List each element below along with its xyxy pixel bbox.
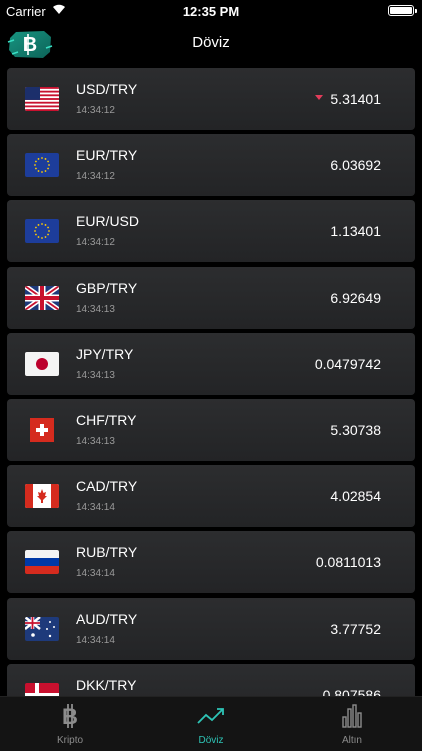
eu-flag-icon: [25, 219, 59, 244]
currency-pair: USD/TRY: [76, 81, 138, 97]
update-time: 14:34:14: [76, 568, 115, 580]
currency-pair: RUB/TRY: [76, 544, 138, 561]
currency-pair: CHF/TRY: [76, 412, 137, 428]
rate-row[interactable]: JPY/TRY 14:34:13 0.0479742: [7, 332, 415, 395]
exchange-rate: 0.0479742: [314, 355, 381, 372]
rate-row[interactable]: RUB/TRY 14:34:14 0.0811013: [7, 531, 415, 594]
exchange-rate: 0.0811013: [315, 554, 381, 571]
status-bar: Carrier 12:35 PM: [0, 0, 422, 22]
uk-flag-icon: [25, 285, 59, 310]
exchange-rate: 6.03692: [330, 157, 381, 174]
trend-line-icon: [197, 708, 224, 724]
battery-icon: [388, 5, 417, 16]
rate-row[interactable]: DKK/TRY 0.807586: [7, 663, 415, 696]
jp-flag-icon: [25, 351, 59, 376]
rates-list[interactable]: USD/TRY 14:34:12 5.31401 EUR/TRY 14:34:12 6.0…: [0, 64, 422, 696]
update-time: 14:34:12: [76, 105, 115, 116]
rate-row[interactable]: CHF/TRY 14:34:13 5.30738: [7, 399, 415, 461]
update-time: 14:34:12: [76, 237, 115, 249]
bar-chart-icon: [342, 704, 362, 728]
tab-label-doviz: Döviz: [198, 735, 224, 746]
currency-pair: JPY/TRY: [76, 345, 134, 362]
eu-flag-icon: [25, 153, 59, 178]
update-time: 14:34:13: [76, 303, 115, 315]
tab-label-kripto: Kripto: [56, 735, 84, 746]
ru-flag-icon: [25, 550, 59, 575]
exchange-rate: 5.31401: [330, 91, 381, 107]
update-time: 14:34:13: [76, 436, 115, 447]
trend-down-icon: [315, 95, 323, 100]
update-time: 14:34:12: [76, 171, 115, 183]
tab-kripto[interactable]: B Kripto: [0, 697, 140, 751]
currency-pair: DKK/TRY: [76, 676, 137, 693]
page-title: Döviz: [192, 34, 230, 51]
nav-bar: B Döviz: [0, 22, 422, 64]
ch-flag-icon: [25, 418, 59, 442]
tab-altin[interactable]: Altın: [282, 697, 422, 751]
svg-text:B: B: [62, 704, 78, 729]
status-time: 12:35 PM: [182, 4, 240, 19]
currency-pair: GBP/TRY: [76, 279, 138, 296]
update-time: 14:34:14: [76, 502, 115, 514]
rate-row[interactable]: CAD/TRY 14:34:14 4.02854: [7, 465, 415, 528]
tab-doviz[interactable]: Döviz: [141, 697, 281, 751]
us-flag-icon: [25, 87, 59, 111]
tab-label-altin: Altın: [341, 735, 362, 746]
update-time: 14:34:14: [76, 634, 115, 646]
rate-row[interactable]: AUD/TRY 14:34:14 3.77752: [7, 597, 415, 660]
rate-row[interactable]: GBP/TRY 14:34:13 6.92649: [7, 266, 415, 329]
currency-pair: CAD/TRY: [76, 478, 138, 495]
rate-row[interactable]: USD/TRY 14:34:12 5.31401: [7, 68, 415, 130]
currency-pair: EUR/TRY: [76, 147, 138, 164]
rate-row[interactable]: EUR/USD 14:34:12 1.13401: [7, 200, 415, 263]
currency-pair: EUR/USD: [76, 213, 140, 230]
exchange-rate: 3.77752: [330, 620, 381, 637]
au-flag-icon: [25, 616, 59, 641]
update-time: 14:34:13: [76, 369, 115, 381]
dk-flag-icon: [25, 682, 59, 696]
tab-bar: B Kripto Döviz Altın: [0, 696, 422, 751]
exchange-rate: 0.807586: [322, 686, 381, 696]
bitcoin-icon: B: [62, 704, 78, 729]
exchange-rate: 5.30738: [330, 422, 381, 438]
ca-flag-icon: [25, 484, 59, 509]
exchange-rate: 6.92649: [330, 289, 381, 306]
exchange-rate: 1.13401: [330, 223, 381, 240]
rate-row[interactable]: EUR/TRY 14:34:12 6.03692: [7, 134, 415, 197]
exchange-rate: 4.02854: [330, 488, 381, 505]
currency-pair: AUD/TRY: [76, 610, 138, 627]
